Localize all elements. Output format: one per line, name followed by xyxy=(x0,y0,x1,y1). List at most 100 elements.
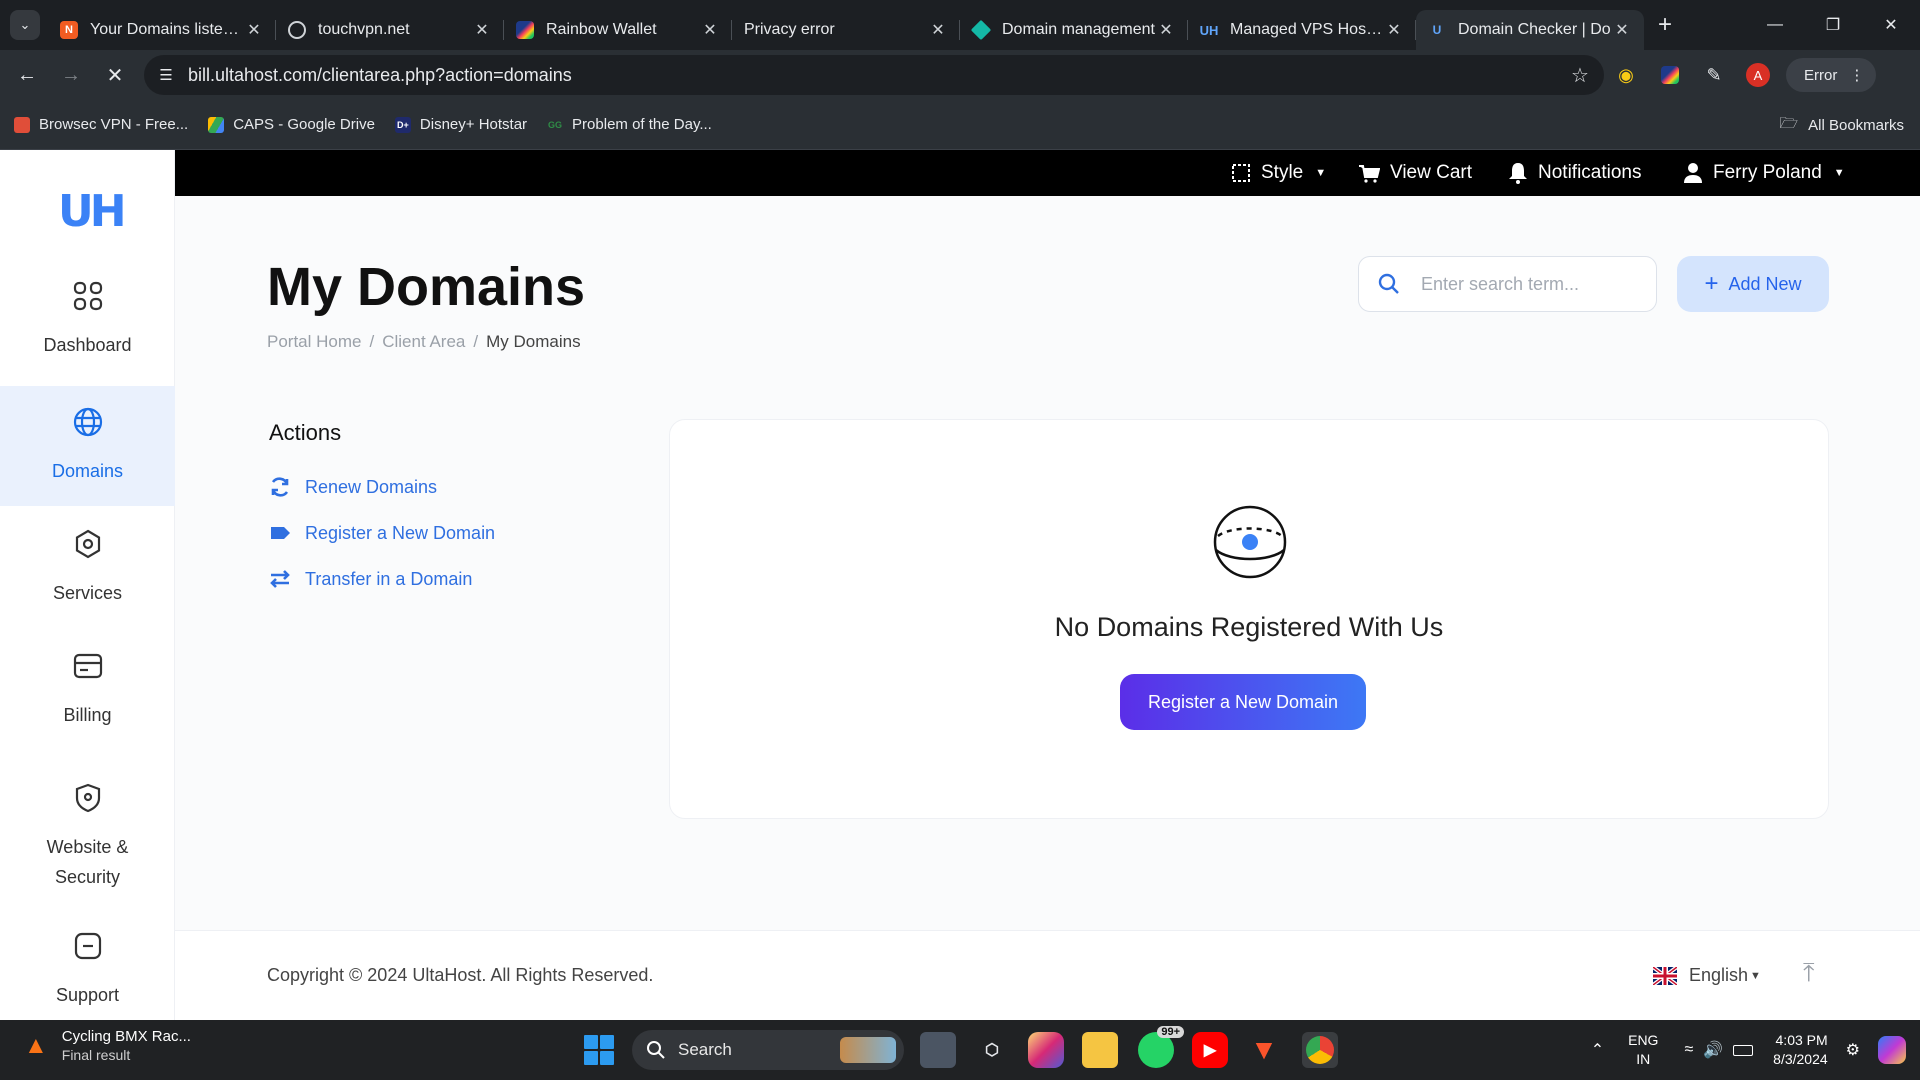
close-icon[interactable]: ✕ xyxy=(1156,20,1176,40)
stop-loading-icon[interactable]: ✕ xyxy=(98,58,132,92)
close-icon[interactable]: ✕ xyxy=(244,20,264,40)
youtube-icon[interactable]: ▶ xyxy=(1192,1032,1228,1068)
breadcrumb-separator: / xyxy=(473,332,479,351)
site-info-icon[interactable]: ☰ xyxy=(144,66,188,84)
bookmark-star-icon[interactable]: ☆ xyxy=(1556,63,1604,88)
close-window-icon[interactable]: ✕ xyxy=(1862,0,1920,50)
restore-icon[interactable]: ❐ xyxy=(1804,0,1862,50)
sidebar-item-domains[interactable]: Domains xyxy=(0,386,175,506)
file-explorer-icon[interactable] xyxy=(1082,1032,1118,1068)
breadcrumb-portal-home[interactable]: Portal Home xyxy=(267,332,361,352)
close-icon[interactable]: ✕ xyxy=(928,20,948,40)
all-bookmarks-button[interactable]: 🗁 All Bookmarks xyxy=(1780,100,1904,150)
windows-start-icon[interactable] xyxy=(584,1035,614,1065)
notification-badge: 99+ xyxy=(1157,1026,1184,1038)
forward-icon[interactable]: → xyxy=(54,58,88,92)
sidebar: UH Dashboard Domains Services Billing We… xyxy=(0,150,175,1020)
flame-icon: ▲ xyxy=(24,1031,48,1059)
bookmark-item[interactable]: D+ Disney+ Hotstar xyxy=(394,116,527,133)
tab-search-button[interactable]: ⌄ xyxy=(10,10,40,40)
view-cart-link[interactable]: View Cart xyxy=(1358,150,1472,196)
domains-empty-card: No Domains Registered With Us Register a… xyxy=(669,419,1829,819)
chrome-icon[interactable] xyxy=(1302,1032,1338,1068)
wifi-icon[interactable]: ≈ xyxy=(1684,1041,1693,1059)
back-icon[interactable]: ← xyxy=(10,58,44,92)
close-icon[interactable]: ✕ xyxy=(1612,20,1632,40)
language-selector[interactable]: English ▼ xyxy=(1653,965,1761,986)
sidebar-item-label: Dashboard xyxy=(43,335,132,355)
widget-title: Cycling BMX Rac... xyxy=(61,1028,191,1045)
domain-search[interactable] xyxy=(1358,256,1657,312)
sidebar-item-services[interactable]: Services xyxy=(0,508,175,628)
battery-icon[interactable] xyxy=(1733,1044,1754,1056)
chevron-up-icon[interactable]: ⌃ xyxy=(1591,1040,1604,1060)
style-menu[interactable]: Style ▼ xyxy=(1231,150,1326,196)
instagram-icon[interactable] xyxy=(1028,1032,1064,1068)
whatsapp-icon[interactable]: 99+ xyxy=(1138,1026,1184,1068)
search-input[interactable] xyxy=(1421,273,1641,295)
browser-tab[interactable]: Privacy error ✕ xyxy=(732,10,960,50)
task-view-icon[interactable] xyxy=(920,1032,956,1068)
brave-icon[interactable]: ▼ xyxy=(1246,1032,1282,1068)
browser-tab[interactable]: N Your Domains listed in ✕ xyxy=(48,10,276,50)
register-new-domain-link[interactable]: Register a New Domain xyxy=(269,522,495,544)
extension-rainbow-icon[interactable] xyxy=(1648,55,1692,95)
close-icon[interactable]: ✕ xyxy=(700,20,720,40)
copilot-icon[interactable] xyxy=(1878,1036,1906,1064)
bell-icon xyxy=(1509,163,1527,184)
news-widget[interactable]: ▲ Cycling BMX Rac... Final result xyxy=(24,1028,191,1063)
bookmark-item[interactable]: GG Problem of the Day... xyxy=(547,116,712,133)
renew-domains-link[interactable]: Renew Domains xyxy=(269,476,437,498)
style-label: Style xyxy=(1261,162,1304,183)
ultahost-logo[interactable]: UH xyxy=(58,186,127,237)
extension-fingerprint-icon[interactable]: ◉ xyxy=(1604,55,1648,95)
extensions-puzzle-icon[interactable]: ✎ xyxy=(1692,55,1736,95)
empty-state-message: No Domains Registered With Us xyxy=(1054,612,1444,642)
browser-tab[interactable]: Rainbow Wallet ✕ xyxy=(504,10,732,50)
transfer-domain-link[interactable]: Transfer in a Domain xyxy=(269,568,472,590)
breadcrumb-client-area[interactable]: Client Area xyxy=(382,332,465,352)
sidebar-item-website-security[interactable]: Website & Security xyxy=(0,762,175,912)
plus-icon: + xyxy=(1704,270,1719,297)
taskbar-search[interactable]: Search xyxy=(632,1030,904,1070)
url-text[interactable]: bill.ultahost.com/clientarea.php?action=… xyxy=(188,65,1556,86)
register-domain-button[interactable]: Register a New Domain xyxy=(1120,674,1366,730)
sidebar-item-dashboard[interactable]: Dashboard xyxy=(0,260,175,380)
volume-icon[interactable]: 🔊 xyxy=(1703,1040,1723,1060)
close-icon[interactable]: ✕ xyxy=(1384,20,1404,40)
window-controls: — ❐ ✕ xyxy=(1746,0,1920,50)
browser-tab[interactable]: touchvpn.net ✕ xyxy=(276,10,504,50)
sidebar-item-billing[interactable]: Billing xyxy=(0,630,175,750)
input-language[interactable]: ENG IN xyxy=(1628,1031,1658,1069)
search-icon xyxy=(647,1041,665,1059)
clock[interactable]: 4:03 PM 8/3/2024 xyxy=(1773,1031,1828,1069)
add-new-button[interactable]: + Add New xyxy=(1677,256,1829,312)
page-title: My Domains xyxy=(267,257,586,317)
bookmark-item[interactable]: Browsec VPN - Free... xyxy=(14,116,188,133)
more-menu-icon[interactable]: ⋮ xyxy=(1849,66,1864,84)
cart-icon xyxy=(1359,165,1380,183)
notification-settings-icon[interactable]: ⚙ xyxy=(1846,1040,1860,1060)
sidebar-item-support[interactable]: Support xyxy=(0,910,175,1030)
browser-tab[interactable]: UH Managed VPS Hosting ✕ xyxy=(1188,10,1416,50)
browser-tab-active[interactable]: U Domain Checker | Do ✕ xyxy=(1416,10,1644,50)
browser-tab[interactable]: Domain management ✕ xyxy=(960,10,1188,50)
tab-title: Rainbow Wallet xyxy=(546,21,657,38)
gfg-icon: GG xyxy=(548,119,563,130)
back-to-top-icon[interactable]: ⤒ xyxy=(1803,957,1815,989)
sidebar-item-label: Domains xyxy=(51,461,124,481)
user-menu[interactable]: Ferry Poland ▼ xyxy=(1683,150,1845,196)
bookmark-item[interactable]: CAPS - Google Drive xyxy=(208,116,375,133)
bookmarks-bar: Browsec VPN - Free... CAPS - Google Driv… xyxy=(0,100,1920,150)
profile-avatar[interactable]: A xyxy=(1736,55,1780,95)
close-icon[interactable]: ✕ xyxy=(472,20,492,40)
error-status-button[interactable]: Error ⋮ xyxy=(1786,58,1877,92)
minimize-icon[interactable]: — xyxy=(1746,0,1804,50)
breadcrumb: Portal Home / Client Area / My Domains xyxy=(267,332,581,352)
new-tab-button[interactable]: + xyxy=(1658,11,1672,39)
omnibox[interactable]: ☰ bill.ultahost.com/clientarea.php?actio… xyxy=(144,55,1604,95)
notifications-link[interactable]: Notifications xyxy=(1508,150,1642,196)
breadcrumb-separator: / xyxy=(369,332,375,351)
app-hexagon-icon[interactable]: ⬡ xyxy=(974,1032,1010,1068)
action-label: Register a New Domain xyxy=(305,522,496,543)
